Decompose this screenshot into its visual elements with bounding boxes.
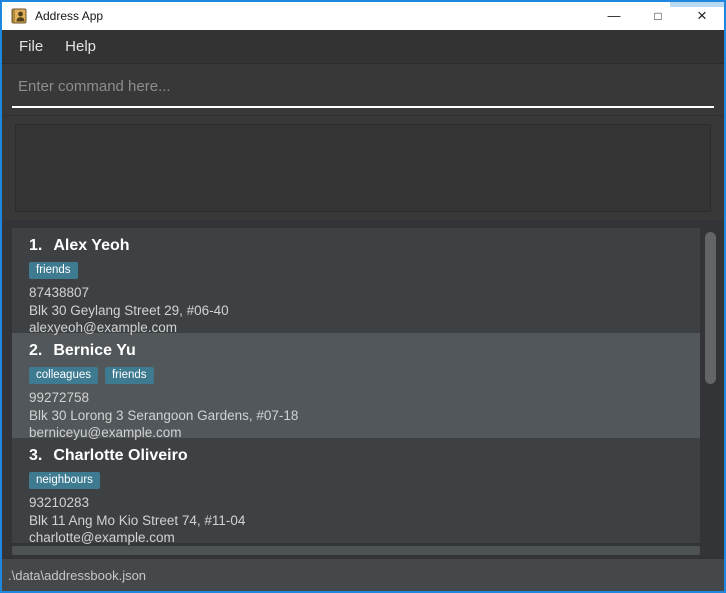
person-phone: 99272758 [29, 389, 700, 407]
person-details: 87438807 Blk 30 Geylang Street 29, #06-4… [29, 284, 700, 337]
close-icon: × [697, 6, 707, 26]
menu-file-label: File [19, 38, 43, 55]
statusbar: .\data\addressbook.json [2, 558, 724, 591]
person-address: Blk 30 Lorong 3 Serangoon Gardens, #07-1… [29, 407, 700, 425]
person-tags: colleagues friends [29, 367, 700, 384]
corner-highlight [670, 0, 726, 7]
person-card[interactable]: 1. Alex Yeoh friends 87438807 Blk 30 Gey… [12, 228, 700, 333]
menu-help-label: Help [65, 38, 96, 55]
person-name-row: 1. Alex Yeoh [29, 236, 700, 256]
command-input[interactable] [12, 72, 714, 108]
app-window: Address App — □ × File Help [0, 0, 726, 593]
window-title: Address App [35, 9, 103, 23]
vertical-scrollbar[interactable] [704, 230, 716, 544]
person-index: 2. [29, 341, 42, 361]
tag-badge: friends [105, 367, 154, 384]
person-details: 93210283 Blk 11 Ang Mo Kio Street 74, #1… [29, 494, 700, 547]
person-card[interactable]: 3. Charlotte Oliveiro neighbours 9321028… [12, 438, 700, 543]
person-name-row: 2. Bernice Yu [29, 341, 700, 361]
person-name: Charlotte Oliveiro [53, 446, 187, 466]
menubar: File Help [2, 30, 724, 64]
menu-item-help[interactable]: Help [54, 30, 107, 63]
person-name: Alex Yeoh [53, 236, 129, 256]
command-section [2, 64, 724, 116]
tag-badge: colleagues [29, 367, 98, 384]
address-book-icon [11, 8, 27, 24]
person-email: charlotte@example.com [29, 529, 700, 547]
maximize-icon: □ [654, 9, 661, 23]
file-path-label: .\data\addressbook.json [8, 568, 146, 583]
person-list: 1. Alex Yeoh friends 87438807 Blk 30 Gey… [2, 220, 724, 558]
result-section [2, 116, 724, 220]
person-address: Blk 11 Ang Mo Kio Street 74, #11-04 [29, 512, 700, 530]
person-index: 3. [29, 446, 42, 466]
titlebar[interactable]: Address App — □ × [2, 2, 724, 30]
tag-badge: friends [29, 262, 78, 279]
person-name: Bernice Yu [53, 341, 135, 361]
vertical-scrollbar-thumb[interactable] [705, 232, 716, 384]
person-address: Blk 30 Geylang Street 29, #06-40 [29, 302, 700, 320]
horizontal-scrollbar[interactable] [12, 546, 700, 555]
person-index: 1. [29, 236, 42, 256]
menu-item-file[interactable]: File [8, 30, 54, 63]
tag-badge: neighbours [29, 472, 100, 489]
minimize-button[interactable]: — [592, 2, 636, 30]
person-phone: 93210283 [29, 494, 700, 512]
person-details: 99272758 Blk 30 Lorong 3 Serangoon Garde… [29, 389, 700, 442]
person-phone: 87438807 [29, 284, 700, 302]
person-name-row: 3. Charlotte Oliveiro [29, 446, 700, 466]
minimize-icon: — [608, 8, 621, 23]
person-tags: neighbours [29, 472, 700, 489]
horizontal-scrollbar-thumb[interactable] [12, 546, 700, 555]
person-card[interactable]: 2. Bernice Yu colleagues friends 9927275… [12, 333, 700, 438]
result-display [15, 124, 711, 212]
person-tags: friends [29, 262, 700, 279]
